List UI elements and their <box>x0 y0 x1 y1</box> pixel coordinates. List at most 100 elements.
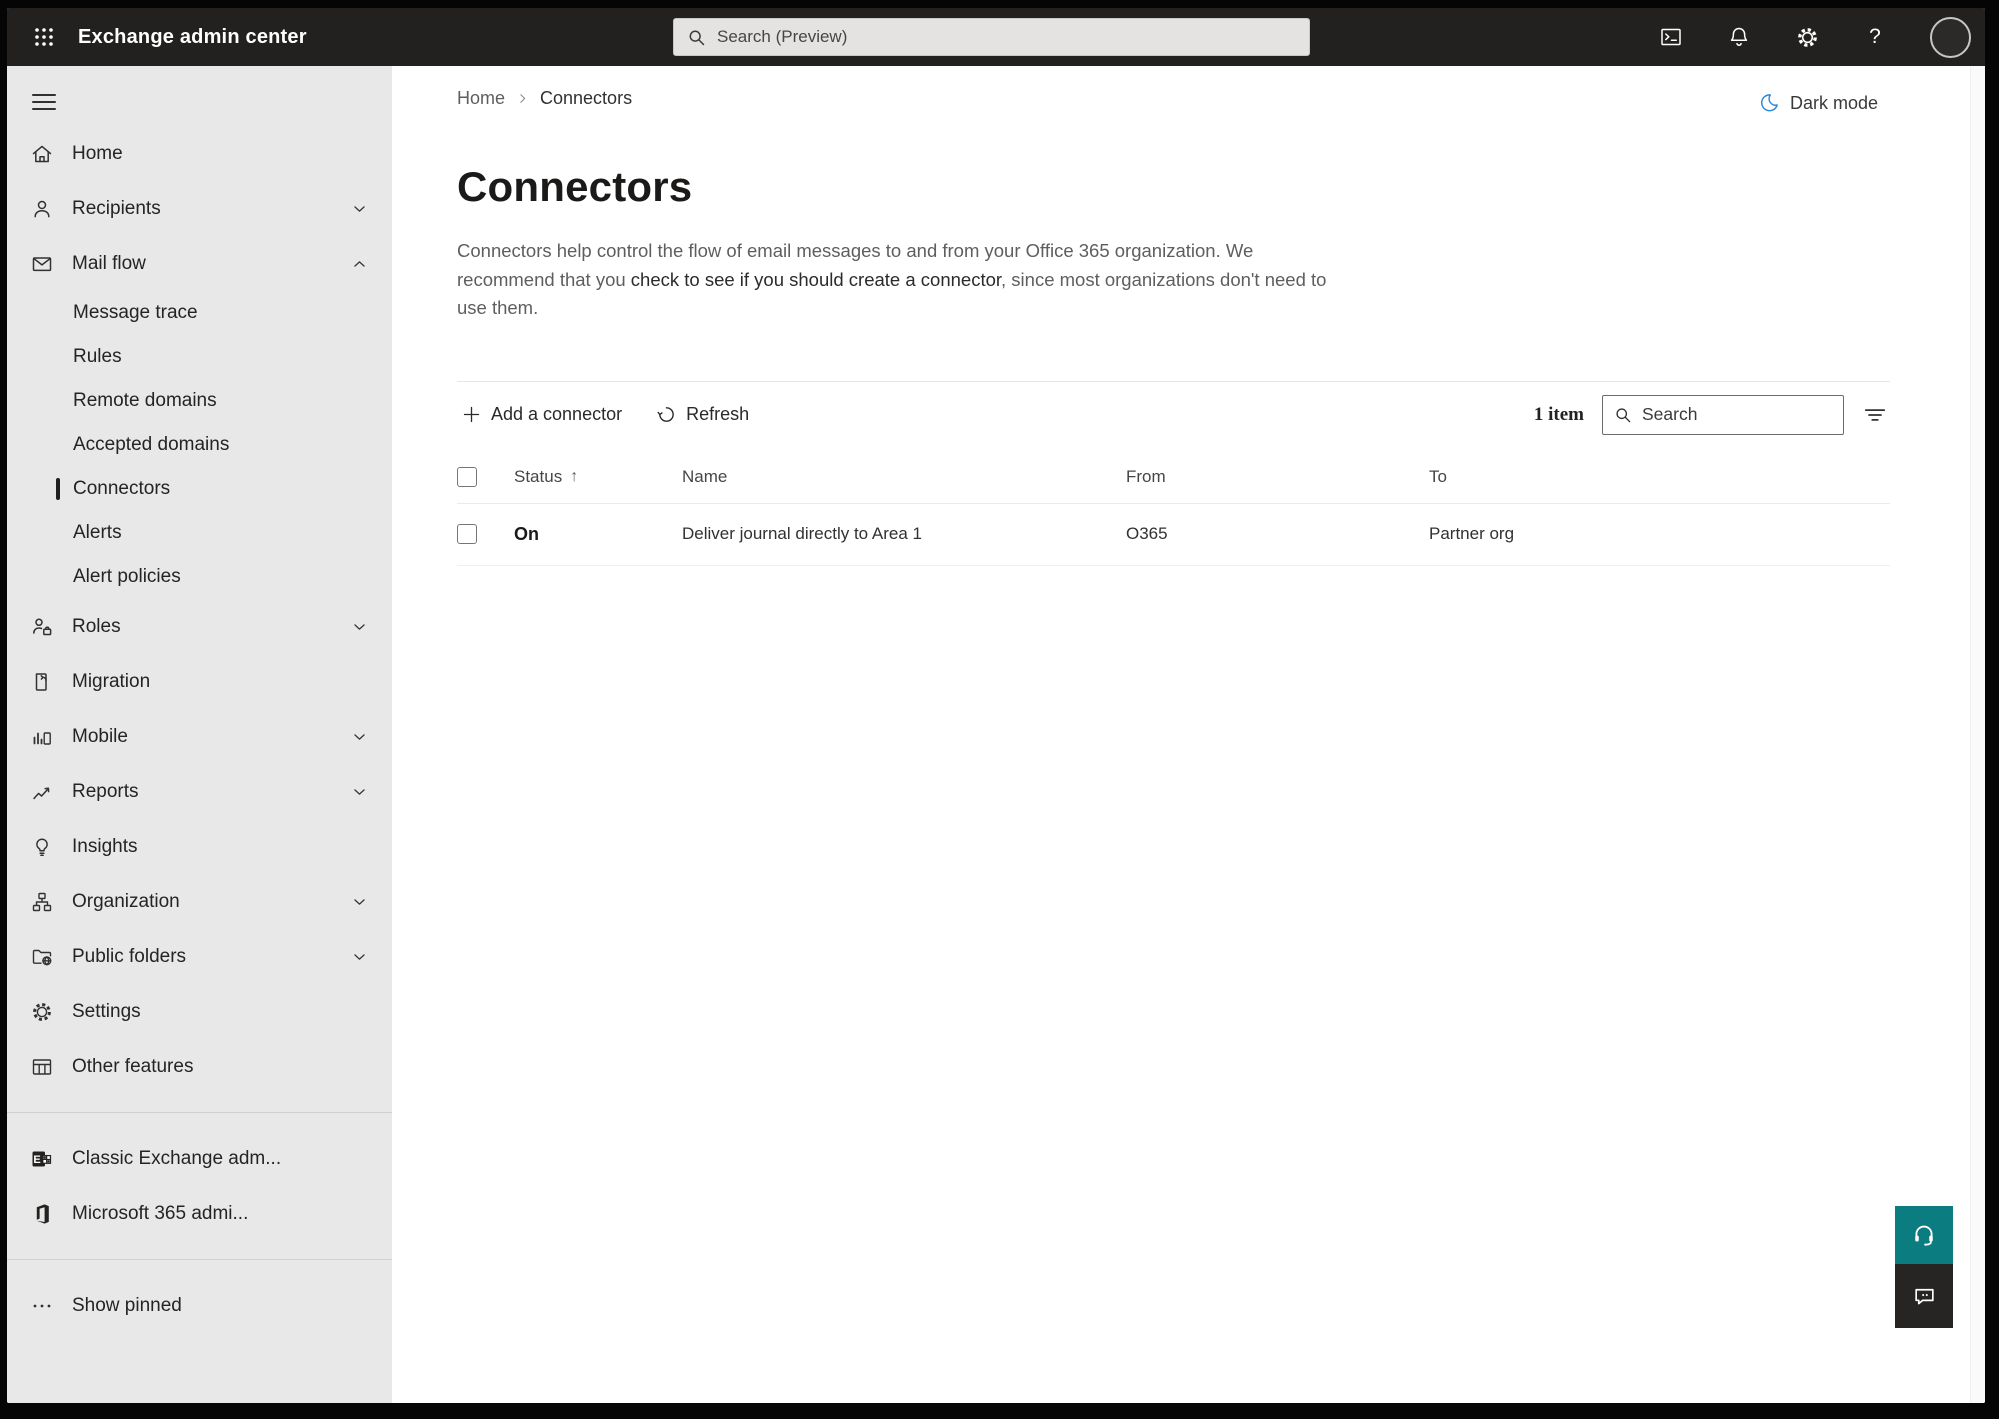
top-app-bar: Exchange admin center Search (Preview) ? <box>7 8 1985 66</box>
sidebar-item-alert-policies[interactable]: Alert policies <box>7 555 392 599</box>
table-row[interactable]: On Deliver journal directly to Area 1 O3… <box>457 504 1890 566</box>
breadcrumb: Home Connectors <box>457 88 1890 109</box>
org-chart-icon <box>29 889 55 915</box>
support-help-button[interactable] <box>1895 1206 1953 1264</box>
list-search-input[interactable] <box>1642 404 1833 425</box>
feedback-button[interactable] <box>1895 1264 1953 1328</box>
help-icon[interactable]: ? <box>1862 24 1888 50</box>
sidebar-item-microsoft-365-admin[interactable]: Microsoft 365 admi... <box>7 1186 392 1241</box>
sidebar-item-recipients[interactable]: Recipients <box>7 181 392 236</box>
app-title: Exchange admin center <box>78 25 307 48</box>
sidebar-item-public-folders[interactable]: Public folders <box>7 929 392 984</box>
row-checkbox[interactable] <box>457 524 477 544</box>
sidebar-item-label: Show pinned <box>72 1294 182 1316</box>
sidebar-item-other-features[interactable]: Other features <box>7 1039 392 1094</box>
refresh-button[interactable]: Refresh <box>652 398 753 431</box>
connectors-table: Status ↑ Name From To On Deliver journal… <box>457 452 1890 566</box>
main-content: Home Connectors Dark mode Connectors Con… <box>392 66 1970 1403</box>
table-icon <box>29 1054 55 1080</box>
microsoft-365-icon <box>29 1201 55 1227</box>
scrollbar-gutter[interactable] <box>1970 66 1985 1403</box>
roles-icon <box>29 614 55 640</box>
list-toolbar: Add a connector Refresh 1 item <box>457 382 1890 448</box>
sort-ascending-icon: ↑ <box>570 468 579 485</box>
column-header-name[interactable]: Name <box>682 467 1126 487</box>
breadcrumb-home-link[interactable]: Home <box>457 88 505 109</box>
sidebar-item-label: Message trace <box>73 302 198 323</box>
item-count: 1 item <box>1533 403 1584 425</box>
column-header-to[interactable]: To <box>1429 467 1890 487</box>
sidebar-item-label: Settings <box>72 1000 141 1022</box>
sidebar-item-mobile[interactable]: Mobile <box>7 709 392 764</box>
description-link[interactable]: check to see if you should create a conn… <box>631 269 1001 290</box>
mail-icon <box>29 251 55 277</box>
cell-status: On <box>514 523 539 544</box>
sidebar-item-roles[interactable]: Roles <box>7 599 392 654</box>
column-header-status[interactable]: Status ↑ <box>514 467 682 487</box>
column-header-from[interactable]: From <box>1126 467 1429 487</box>
breadcrumb-current: Connectors <box>540 88 633 108</box>
sidebar-item-migration[interactable]: Migration <box>7 654 392 709</box>
sidebar-item-label: Insights <box>72 835 138 857</box>
sidebar-item-remote-domains[interactable]: Remote domains <box>7 379 392 423</box>
sidebar-item-alerts[interactable]: Alerts <box>7 511 392 555</box>
chevron-down-icon <box>351 893 368 910</box>
chevron-down-icon <box>351 200 368 217</box>
moon-icon <box>1758 92 1780 114</box>
add-connector-label: Add a connector <box>491 404 623 424</box>
hamburger-menu-icon[interactable] <box>32 94 56 110</box>
refresh-icon <box>656 404 677 425</box>
app-launcher-icon[interactable] <box>24 17 64 57</box>
sidebar-item-show-pinned[interactable]: Show pinned <box>7 1278 392 1333</box>
sidebar-divider <box>7 1259 392 1260</box>
person-icon <box>29 196 55 222</box>
exchange-admin-center-window: Exchange admin center Search (Preview) ?… <box>7 8 1985 1403</box>
account-avatar[interactable] <box>1930 16 1971 58</box>
page-description: Connectors help control the flow of emai… <box>457 237 1329 323</box>
filter-icon[interactable] <box>1860 400 1890 430</box>
sidebar-item-mail-flow[interactable]: Mail flow <box>7 236 392 291</box>
settings-gear-icon[interactable] <box>1794 24 1820 50</box>
sidebar-item-label: Classic Exchange adm... <box>72 1147 282 1169</box>
sidebar-item-label: Alerts <box>73 522 122 543</box>
cell-to: Partner org <box>1429 524 1515 543</box>
reports-icon <box>29 779 55 805</box>
sidebar-item-reports[interactable]: Reports <box>7 764 392 819</box>
sidebar-item-label: Other features <box>72 1055 194 1077</box>
feedback-bubble-icon <box>1912 1284 1937 1309</box>
sidebar-item-label: Organization <box>72 890 180 912</box>
sidebar-item-classic-exchange-admin[interactable]: E Classic Exchange adm... <box>7 1131 392 1186</box>
sidebar-item-label: Mail flow <box>72 252 146 274</box>
global-search-box[interactable] <box>673 18 1310 56</box>
left-navigation: Home Recipients Mail flow Message trace … <box>7 66 392 1403</box>
sidebar-item-accepted-domains[interactable]: Accepted domains <box>7 423 392 467</box>
sidebar-item-label: Home <box>72 142 123 164</box>
sidebar-item-label: Mobile <box>72 725 128 747</box>
dark-mode-toggle[interactable]: Dark mode <box>1758 92 1878 114</box>
ellipsis-icon <box>29 1293 55 1319</box>
sidebar-item-organization[interactable]: Organization <box>7 874 392 929</box>
sidebar-divider <box>7 1112 392 1113</box>
chevron-up-icon <box>351 255 368 272</box>
add-connector-button[interactable]: Add a connector <box>457 398 626 431</box>
cloud-shell-icon[interactable] <box>1658 24 1684 50</box>
notifications-bell-icon[interactable] <box>1726 24 1752 50</box>
sidebar-item-label: Remote domains <box>73 390 217 411</box>
sidebar-item-insights[interactable]: Insights <box>7 819 392 874</box>
sidebar-item-connectors[interactable]: Connectors <box>7 467 392 511</box>
sidebar-item-label: Migration <box>72 670 151 692</box>
sidebar-item-label: Rules <box>73 346 122 367</box>
cell-name[interactable]: Deliver journal directly to Area 1 <box>682 524 1126 544</box>
sidebar-item-message-trace[interactable]: Message trace <box>7 291 392 335</box>
list-search-box[interactable] <box>1602 394 1844 435</box>
floating-action-buttons <box>1895 1206 1953 1328</box>
sidebar-item-label: Reports <box>72 780 139 802</box>
page-title: Connectors <box>457 163 693 210</box>
sidebar-item-label: Recipients <box>72 197 161 219</box>
sidebar-item-settings[interactable]: Settings <box>7 984 392 1039</box>
sidebar-item-rules[interactable]: Rules <box>7 335 392 379</box>
classic-exchange-icon: E <box>29 1146 55 1172</box>
select-all-checkbox[interactable] <box>457 467 477 487</box>
sidebar-item-home[interactable]: Home <box>7 126 392 181</box>
global-search-input[interactable] <box>717 27 1297 47</box>
